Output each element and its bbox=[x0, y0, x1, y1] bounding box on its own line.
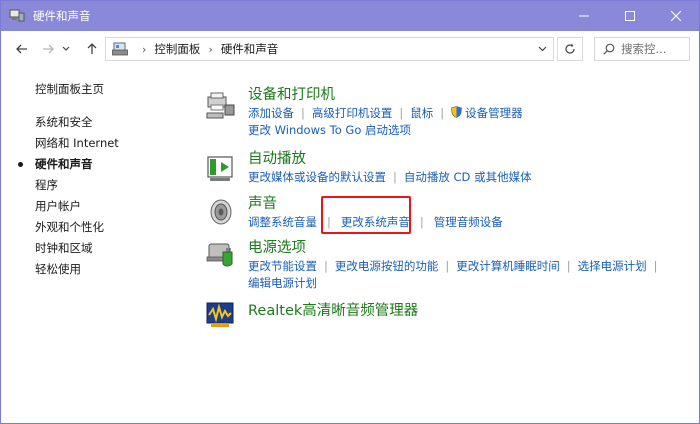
hardware-sound-icon bbox=[9, 9, 25, 23]
nav-item-label: 外观和个性化 bbox=[35, 220, 104, 234]
search-box[interactable] bbox=[594, 37, 690, 61]
nav-item-label: 硬件和声音 bbox=[35, 157, 93, 171]
link-separator: | bbox=[399, 106, 404, 120]
nav-item-system-security[interactable]: 系统和安全 bbox=[1, 112, 191, 133]
add-device-link[interactable]: 添加设备 bbox=[248, 106, 294, 120]
category-title[interactable]: 设备和打印机 bbox=[248, 83, 335, 104]
nav-item-clock-region[interactable]: 时钟和区域 bbox=[1, 238, 191, 259]
link-separator: | bbox=[566, 259, 571, 273]
change-media-defaults-link[interactable]: 更改媒体或设备的默认设置 bbox=[248, 170, 386, 184]
address-dropdown-button[interactable] bbox=[531, 38, 553, 60]
category-title[interactable]: 自动播放 bbox=[248, 147, 306, 168]
breadcrumb-separator: › bbox=[142, 42, 147, 56]
advanced-printer-setup-link[interactable]: 高级打印机设置 bbox=[312, 106, 393, 120]
nav-item-label: 程序 bbox=[35, 178, 58, 192]
category-list: 系统和安全 网络和 Internet 硬件和声音 程序 用户帐户 外观和个性化 … bbox=[1, 112, 191, 280]
minimize-button[interactable] bbox=[561, 1, 607, 31]
breadcrumb-separator: › bbox=[208, 42, 213, 56]
link-separator: | bbox=[440, 106, 445, 120]
search-input[interactable] bbox=[621, 42, 687, 56]
link-separator: | bbox=[653, 259, 658, 273]
link-row: 更改媒体或设备的默认设置 | 自动播放 CD 或其他媒体 bbox=[248, 169, 688, 186]
breadcrumb-control-panel[interactable]: 控制面板 bbox=[154, 41, 200, 57]
link-row: 更改节能设置 | 更改电源按钮的功能 | 更改计算机睡眠时间 | 选择电源计划 | bbox=[248, 258, 688, 275]
nav-item-ease-of-access[interactable]: 轻松使用 bbox=[1, 259, 191, 280]
search-icon bbox=[603, 43, 615, 55]
category-links: 添加设备 | 高级打印机设置 | 鼠标 | 设备管理器 更改 Windows To Go 启… bbox=[248, 105, 688, 139]
mouse-link[interactable]: 鼠标 bbox=[410, 106, 433, 120]
breadcrumb-hardware-sound[interactable]: 硬件和声音 bbox=[221, 41, 279, 57]
control-panel-window: 硬件和声音 › 控制面板 › 硬件和声音 搜索控... 控制面板主页 系统和安全… bbox=[0, 0, 700, 424]
edit-power-plan-link[interactable]: 编辑电源计划 bbox=[248, 276, 317, 290]
admin-shield-icon bbox=[451, 106, 462, 118]
refresh-icon bbox=[565, 43, 575, 54]
control-panel-icon bbox=[112, 42, 128, 56]
manage-audio-devices-link[interactable]: 管理音频设备 bbox=[434, 215, 503, 229]
link-row: 更改 Windows To Go 启动选项 bbox=[248, 122, 688, 139]
up-button[interactable] bbox=[81, 37, 103, 61]
refresh-button[interactable] bbox=[557, 37, 583, 61]
maximize-button[interactable] bbox=[607, 1, 653, 31]
autoplay-icon bbox=[205, 153, 237, 185]
address-field[interactable]: › 控制面板 › 硬件和声音 bbox=[105, 37, 554, 61]
category-links: 更改节能设置 | 更改电源按钮的功能 | 更改计算机睡眠时间 | 选择电源计划 | 编辑电源计… bbox=[248, 258, 688, 292]
change-power-buttons-link[interactable]: 更改电源按钮的功能 bbox=[335, 259, 439, 273]
category-title[interactable]: 电源选项 bbox=[248, 236, 306, 257]
window-controls bbox=[561, 1, 699, 31]
nav-item-label: 用户帐户 bbox=[35, 199, 81, 213]
arrow-left-icon bbox=[16, 44, 27, 54]
category-links: 调整系统音量 | 更改系统声音 | 管理音频设备 bbox=[248, 214, 688, 231]
link-row: 调整系统音量 | 更改系统声音 | 管理音频设备 bbox=[248, 214, 688, 231]
change-power-saving-link[interactable]: 更改节能设置 bbox=[248, 259, 317, 273]
link-separator: | bbox=[393, 170, 397, 184]
nav-item-label: 系统和安全 bbox=[35, 115, 93, 129]
nav-item-label: 轻松使用 bbox=[35, 262, 81, 276]
chevron-down-icon bbox=[62, 46, 70, 51]
nav-item-hardware-sound[interactable]: 硬件和声音 bbox=[1, 154, 191, 175]
forward-button[interactable] bbox=[37, 37, 59, 61]
arrow-up-icon bbox=[87, 43, 97, 54]
link-separator: | bbox=[419, 215, 424, 229]
power-icon bbox=[205, 238, 237, 270]
change-sleep-time-link[interactable]: 更改计算机睡眠时间 bbox=[456, 259, 560, 273]
category-title[interactable]: 声音 bbox=[248, 192, 277, 213]
nav-item-programs[interactable]: 程序 bbox=[1, 175, 191, 196]
nav-item-appearance[interactable]: 外观和个性化 bbox=[1, 217, 191, 238]
link-separator: | bbox=[301, 106, 305, 120]
windows-to-go-link[interactable]: 更改 Windows To Go 启动选项 bbox=[248, 123, 411, 137]
close-button[interactable] bbox=[653, 1, 699, 31]
arrow-right-icon bbox=[43, 44, 54, 54]
current-bullet-icon bbox=[18, 162, 23, 167]
nav-item-user-accounts[interactable]: 用户帐户 bbox=[1, 196, 191, 217]
link-row: 添加设备 | 高级打印机设置 | 鼠标 | 设备管理器 bbox=[248, 105, 688, 122]
window-title: 硬件和声音 bbox=[33, 9, 91, 23]
link-separator: | bbox=[324, 259, 328, 273]
autoplay-cd-link[interactable]: 自动播放 CD 或其他媒体 bbox=[404, 170, 532, 184]
title-bar: 硬件和声音 bbox=[1, 1, 699, 31]
adjust-volume-link[interactable]: 调整系统音量 bbox=[248, 215, 317, 229]
link-row: 编辑电源计划 bbox=[248, 275, 688, 292]
back-button[interactable] bbox=[11, 37, 33, 61]
address-bar: › 控制面板 › 硬件和声音 bbox=[1, 31, 699, 67]
device-manager-link[interactable]: 设备管理器 bbox=[465, 106, 523, 120]
highlight-box bbox=[321, 196, 411, 234]
link-separator: | bbox=[445, 259, 450, 273]
category-title[interactable]: Realtek高清晰音频管理器 bbox=[248, 299, 418, 320]
nav-item-network-internet[interactable]: 网络和 Internet bbox=[1, 133, 191, 154]
realtek-audio-icon bbox=[205, 299, 237, 331]
recent-locations-button[interactable] bbox=[59, 37, 73, 61]
printer-icon bbox=[205, 91, 237, 123]
nav-item-label: 时钟和区域 bbox=[35, 241, 93, 255]
control-panel-home-link[interactable]: 控制面板主页 bbox=[35, 81, 104, 97]
choose-power-plan-link[interactable]: 选择电源计划 bbox=[578, 259, 647, 273]
speaker-icon bbox=[205, 196, 237, 228]
nav-item-label: 网络和 Internet bbox=[35, 136, 119, 150]
category-links: 更改媒体或设备的默认设置 | 自动播放 CD 或其他媒体 bbox=[248, 169, 688, 186]
chevron-down-icon bbox=[538, 46, 546, 52]
